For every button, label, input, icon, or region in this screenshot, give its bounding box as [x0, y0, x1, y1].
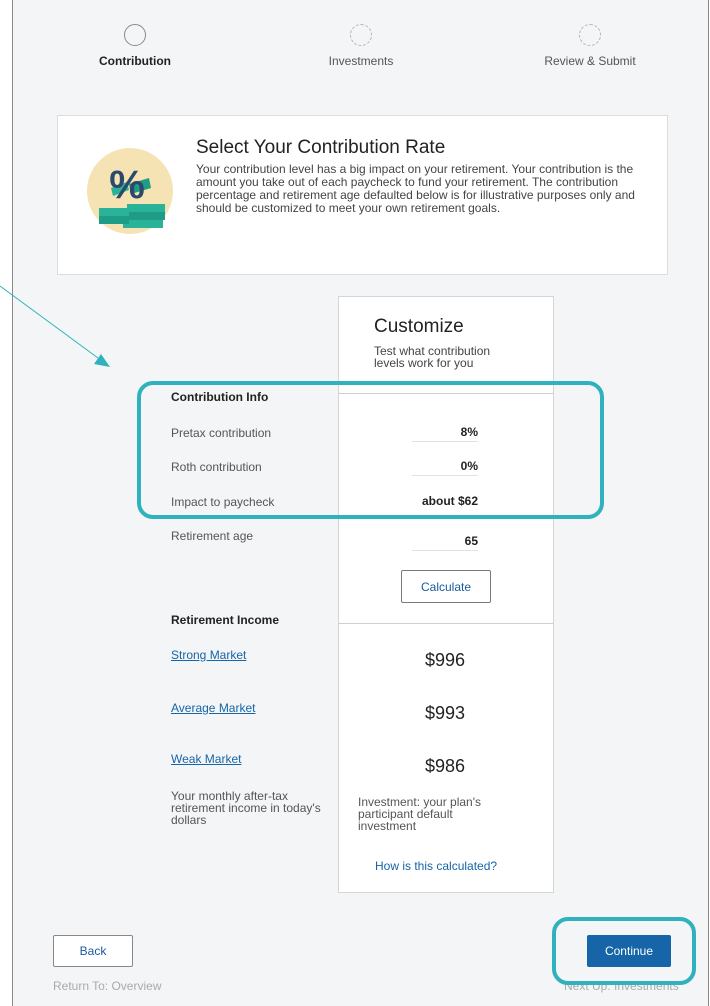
annotation-arrow-icon — [0, 285, 110, 367]
